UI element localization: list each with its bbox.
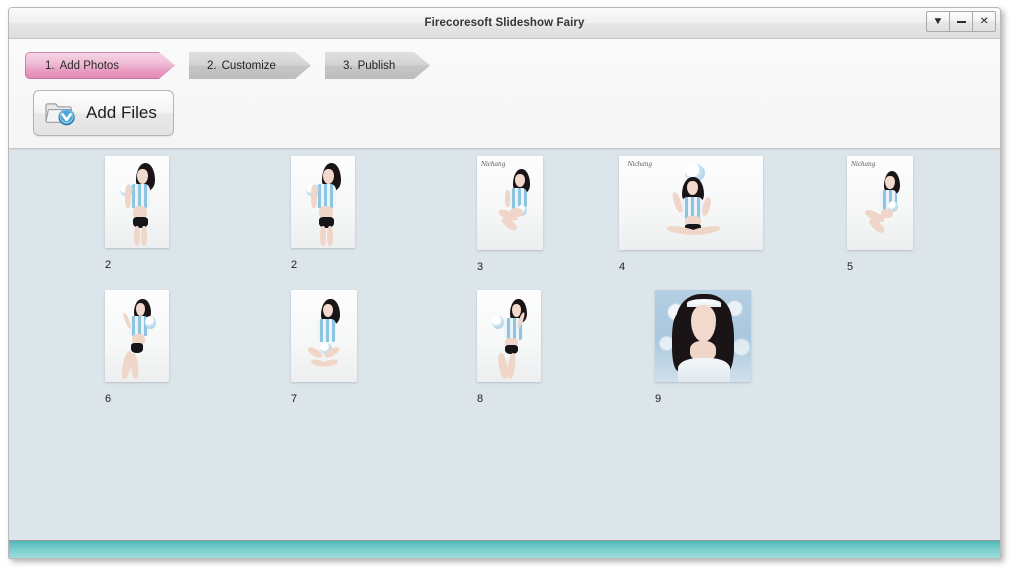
title-bar: Firecoresoft Slideshow Fairy ▼ ✕ bbox=[9, 8, 1000, 39]
thumbnail-label: 3 bbox=[477, 261, 484, 273]
step-publish[interactable]: 3. Publish bbox=[325, 52, 430, 79]
window-title: Firecoresoft Slideshow Fairy bbox=[424, 17, 585, 29]
thumbnail-image[interactable]: Nichang bbox=[847, 156, 913, 250]
thumbnail-image[interactable]: Nichang bbox=[619, 156, 763, 250]
step-2-label: Customize bbox=[221, 59, 276, 72]
photo-grid[interactable]: 2 2 Nichang 3 Nichang 4 Nichang 5 6 7 8 … bbox=[9, 149, 1000, 540]
thumbnail-label: 7 bbox=[291, 393, 298, 405]
thumbnail-image[interactable] bbox=[105, 156, 169, 248]
thumbnail-label: 4 bbox=[619, 261, 626, 273]
thumbnail-label: 9 bbox=[655, 393, 662, 405]
toolbar: 1. Add Photos 2. Customize 3. Publish Ad… bbox=[9, 39, 1000, 149]
thumbnail-item[interactable]: 6 bbox=[105, 290, 169, 405]
thumbnail-label: 2 bbox=[291, 259, 298, 271]
status-bar bbox=[9, 540, 1000, 558]
photo-watermark: Nichang bbox=[627, 160, 652, 168]
step-3-number: 3. bbox=[343, 59, 353, 72]
thumbnail-label: 8 bbox=[477, 393, 484, 405]
application-window: Firecoresoft Slideshow Fairy ▼ ✕ 1. Add bbox=[8, 7, 1001, 559]
thumbnail-item[interactable]: 8 bbox=[477, 290, 541, 405]
desktop-background: Firecoresoft Slideshow Fairy ▼ ✕ 1. Add bbox=[0, 0, 1017, 567]
step-1-number: 1. bbox=[45, 59, 55, 72]
thumbnail-image[interactable] bbox=[291, 156, 355, 248]
thumbnail-item[interactable]: 2 bbox=[105, 156, 169, 271]
thumbnail-item[interactable]: Nichang 4 bbox=[619, 156, 763, 273]
close-icon: ✕ bbox=[979, 15, 989, 27]
thumbnail-label: 6 bbox=[105, 393, 112, 405]
minimize-icon bbox=[956, 20, 966, 23]
thumbnail-image[interactable] bbox=[477, 290, 541, 382]
window-controls: ▼ ✕ bbox=[926, 11, 996, 32]
step-breadcrumb: 1. Add Photos 2. Customize 3. Publish bbox=[9, 39, 1000, 81]
thumbnail-row: 6 7 8 9 bbox=[9, 290, 1000, 410]
thumbnail-item[interactable]: 7 bbox=[291, 290, 357, 405]
thumbnail-item[interactable]: 2 bbox=[291, 156, 355, 271]
thumbnail-item[interactable]: 9 bbox=[655, 290, 751, 405]
thumbnail-label: 5 bbox=[847, 261, 854, 273]
step-2-number: 2. bbox=[207, 59, 217, 72]
thumbnail-item[interactable]: Nichang 5 bbox=[847, 156, 913, 273]
thumbnail-label: 2 bbox=[105, 259, 112, 271]
dropdown-button[interactable]: ▼ bbox=[926, 11, 950, 32]
step-customize[interactable]: 2. Customize bbox=[189, 52, 311, 79]
folder-add-icon bbox=[44, 99, 78, 127]
step-add-photos[interactable]: 1. Add Photos bbox=[25, 52, 175, 79]
thumbnail-image[interactable] bbox=[105, 290, 169, 382]
step-1-label: Add Photos bbox=[59, 59, 120, 72]
thumbnail-row: 2 2 Nichang 3 Nichang 4 Nichang 5 bbox=[9, 156, 1000, 276]
step-3-label: Publish bbox=[357, 59, 396, 72]
thumbnail-image[interactable] bbox=[291, 290, 357, 382]
add-files-button[interactable]: Add Files bbox=[33, 90, 174, 136]
thumbnail-image[interactable] bbox=[655, 290, 751, 382]
close-button[interactable]: ✕ bbox=[972, 11, 996, 32]
add-files-label: Add Files bbox=[86, 103, 157, 122]
chevron-down-icon: ▼ bbox=[932, 15, 944, 27]
photo-watermark: Nichang bbox=[480, 160, 506, 168]
thumbnail-image[interactable]: Nichang bbox=[477, 156, 543, 250]
thumbnail-item[interactable]: Nichang 3 bbox=[477, 156, 543, 273]
minimize-button[interactable] bbox=[949, 11, 973, 32]
toolbar-button-row: Add Files bbox=[9, 81, 1000, 148]
photo-watermark: Nichang bbox=[850, 160, 876, 168]
